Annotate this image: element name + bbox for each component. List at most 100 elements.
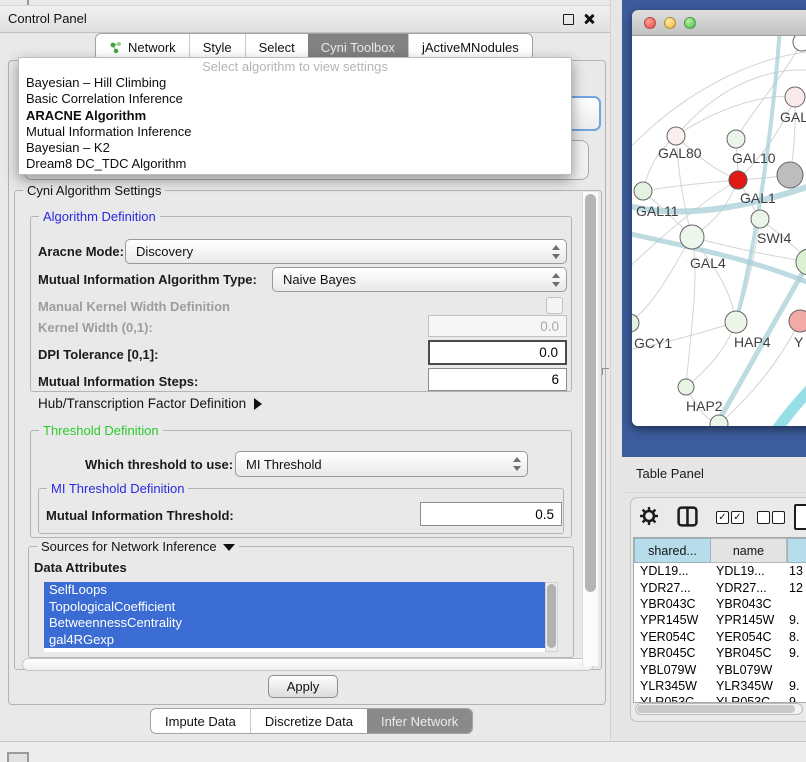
- attribute-item[interactable]: TopologicalCoefficient: [44, 599, 545, 616]
- tab-discretize-data[interactable]: Discretize Data: [250, 709, 367, 733]
- float-window-icon[interactable]: [563, 14, 574, 25]
- horizontal-scrollbar[interactable]: [22, 658, 594, 671]
- dpi-tolerance-input[interactable]: 0.0: [428, 340, 567, 365]
- node-label: SWI4: [757, 230, 791, 246]
- table-cell: YLR345W: [711, 679, 787, 693]
- table-row[interactable]: YBR043CYBR043C: [634, 596, 806, 612]
- unchecked-checkbox-icon[interactable]: [772, 511, 785, 524]
- table-cell: 12: [787, 581, 803, 595]
- apply-button[interactable]: Apply: [268, 675, 338, 698]
- table-cell: YLR053C: [711, 695, 787, 702]
- table-scrollbar-thumb[interactable]: [637, 705, 795, 713]
- algorithm-option[interactable]: Dream8 DC_TDC Algorithm: [19, 156, 571, 172]
- checked-checkbox-icon[interactable]: ✓: [731, 511, 744, 524]
- list-scrollbar[interactable]: [545, 582, 558, 652]
- table-horizontal-scrollbar[interactable]: [635, 703, 803, 715]
- mi-steps-input[interactable]: 6: [428, 368, 567, 391]
- manual-kernel-checkbox[interactable]: [546, 297, 563, 314]
- expand-arrow-icon: [254, 398, 262, 410]
- unchecked-checkbox-icon[interactable]: [757, 511, 770, 524]
- network-node-gal[interactable]: [785, 87, 805, 107]
- attribute-item[interactable]: SelfLoops: [44, 582, 545, 599]
- network-view[interactable]: GALGAL80GAL10GAL1GAL11SWI4GAL4GCY1HAP4YH…: [632, 36, 806, 426]
- table-row[interactable]: YER054CYER054C8.: [634, 629, 806, 645]
- network-node-gal10[interactable]: [727, 130, 745, 148]
- algorithm-option[interactable]: Bayesian – Hill Climbing: [19, 75, 571, 91]
- manual-kernel-label: Manual Kernel Width Definition: [38, 299, 230, 314]
- attribute-item[interactable]: gal4RGexp: [44, 632, 545, 649]
- attribute-item[interactable]: BetweennessCentrality: [44, 615, 545, 632]
- data-attributes-list[interactable]: SelfLoopsTopologicalCoefficientBetweenne…: [44, 582, 545, 652]
- zoom-traffic-light[interactable]: [684, 17, 696, 29]
- stepper-arrows-icon: [551, 245, 560, 259]
- tab-infer-network[interactable]: Infer Network: [367, 709, 472, 733]
- column-header-name[interactable]: name: [711, 538, 787, 563]
- network-node[interactable]: [777, 162, 803, 188]
- file-icon[interactable]: [794, 504, 806, 530]
- algorithm-option[interactable]: Basic Correlation Inference: [19, 91, 571, 107]
- network-node-gal11[interactable]: [634, 182, 652, 200]
- mi-threshold-input[interactable]: 0.5: [420, 502, 562, 526]
- collapse-arrow-icon[interactable]: [223, 544, 235, 551]
- hub-section-toggle[interactable]: Hub/Transcription Factor Definition: [38, 396, 262, 411]
- network-node[interactable]: [793, 36, 806, 51]
- table-cell: YER054C: [634, 630, 711, 644]
- aracne-mode-label: Aracne Mode:: [38, 244, 124, 259]
- network-node-y[interactable]: [789, 310, 806, 332]
- mi-algorithm-type-select[interactable]: Naive Bayes: [272, 267, 567, 292]
- table-row[interactable]: YDR27...YDR27...12: [634, 579, 806, 595]
- table-row[interactable]: YDL19...YDL19...13: [634, 563, 806, 579]
- network-node-hap2[interactable]: [678, 379, 694, 395]
- app-root: Control Panel Network Style Select Cyni …: [0, 0, 806, 762]
- group-title: Algorithm Definition: [39, 209, 160, 224]
- network-graph[interactable]: GALGAL80GAL10GAL1GAL11SWI4GAL4GCY1HAP4YH…: [632, 36, 806, 426]
- network-node[interactable]: [796, 249, 806, 275]
- table-row[interactable]: YLR053CYLR053C9: [634, 694, 806, 702]
- column-header-shared[interactable]: shared...: [634, 538, 711, 563]
- split-columns-icon[interactable]: [677, 506, 698, 527]
- algorithm-option[interactable]: Mutual Information Inference: [19, 124, 571, 140]
- table-row[interactable]: YPR145WYPR145W9.: [634, 612, 806, 628]
- network-node-hap4[interactable]: [725, 311, 747, 333]
- algorithm-option[interactable]: ARACNE Algorithm: [19, 108, 571, 124]
- network-edge: [632, 237, 692, 323]
- network-node[interactable]: [710, 415, 728, 426]
- algorithm-option[interactable]: Bayesian – K2: [19, 140, 571, 156]
- table-row[interactable]: YBR045CYBR045C9.: [634, 645, 806, 661]
- network-node-gcy1[interactable]: [632, 314, 639, 332]
- table-cell: 9: [787, 695, 796, 702]
- network-node-gal1[interactable]: [729, 171, 747, 189]
- control-panel: Control Panel Network Style Select Cyni …: [0, 0, 611, 741]
- minimize-traffic-light[interactable]: [664, 17, 676, 29]
- close-icon[interactable]: [583, 13, 595, 25]
- table-cell: 8.: [787, 630, 799, 644]
- checked-checkbox-icon[interactable]: ✓: [716, 511, 729, 524]
- panel-corner-icon[interactable]: [7, 752, 29, 762]
- tab-impute-data[interactable]: Impute Data: [151, 709, 250, 733]
- which-threshold-select[interactable]: MI Threshold: [235, 451, 528, 477]
- status-strip: [0, 741, 806, 762]
- settings-scrollbar[interactable]: [582, 192, 598, 666]
- list-scrollbar-thumb[interactable]: [547, 584, 556, 648]
- splitter-handle[interactable]: [602, 368, 609, 375]
- dropdown-items: Bayesian – Hill ClimbingBasic Correlatio…: [19, 75, 571, 173]
- settings-scrollbar-thumb[interactable]: [585, 194, 596, 592]
- kernel-width-label: Kernel Width (0,1):: [38, 320, 153, 335]
- network-node-gal4[interactable]: [680, 225, 704, 249]
- table-panel-title: Table Panel: [636, 457, 704, 491]
- column-header-partial[interactable]: [787, 538, 806, 563]
- close-traffic-light[interactable]: [644, 17, 656, 29]
- tab-label: Select: [259, 40, 295, 55]
- table-row[interactable]: YLR345WYLR345W9.: [634, 678, 806, 694]
- table-row[interactable]: YBL079WYBL079W: [634, 661, 806, 677]
- panel-title: Control Panel: [8, 6, 87, 32]
- combo-value: Discovery: [136, 244, 193, 259]
- network-node-gal80[interactable]: [667, 127, 685, 145]
- kernel-width-input[interactable]: 0.0: [428, 315, 567, 337]
- network-node-swi4[interactable]: [751, 210, 769, 228]
- network-window-titlebar[interactable]: [632, 10, 806, 36]
- group-title: Cyni Algorithm Settings: [23, 183, 165, 198]
- node-label: GCY1: [634, 335, 672, 351]
- settings-gear-icon[interactable]: [639, 506, 659, 526]
- aracne-mode-select[interactable]: Discovery: [125, 239, 567, 264]
